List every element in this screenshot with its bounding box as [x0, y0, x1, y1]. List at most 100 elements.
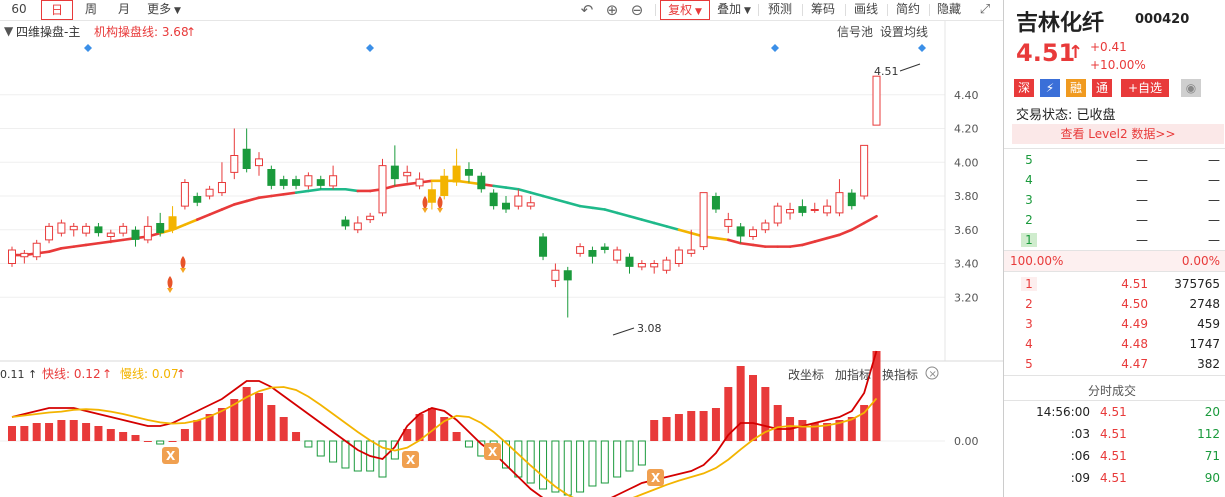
candle	[8, 246, 16, 267]
ma-segment	[739, 241, 755, 247]
price-tick: 3.20	[954, 291, 979, 304]
candle	[674, 246, 683, 267]
bids-volume: 459	[1197, 317, 1220, 331]
bids-level: 3	[1025, 317, 1033, 331]
macd-bar	[415, 414, 424, 441]
asks-level: 3	[1025, 193, 1033, 207]
macd-bar	[798, 420, 807, 441]
bids-price: 4.49	[1121, 317, 1148, 331]
kline-chart[interactable]: 4.40 4.20 4.00 3.80 3.60 3.40 3.20 4.51 3.08 X…	[0, 21, 1003, 497]
asks-volume: —	[1208, 173, 1220, 187]
macd-bar	[576, 440, 585, 493]
ma-segment	[84, 241, 100, 247]
period-week-button[interactable]: 周	[77, 0, 105, 20]
asks-volume: —	[1208, 233, 1220, 247]
tick-volume: 112	[1197, 427, 1220, 441]
macd-bar	[613, 440, 622, 478]
candle	[378, 158, 387, 217]
macd-bar	[69, 420, 78, 441]
divider	[655, 4, 656, 16]
fast-line-arrow: ↑	[102, 367, 112, 381]
ma-segment	[60, 245, 76, 250]
zoom-in-icon[interactable]: ⊕	[603, 1, 621, 19]
macd-bar	[526, 440, 535, 484]
bids-price: 4.47	[1121, 357, 1148, 371]
close-icon[interactable]: ×	[925, 366, 939, 380]
ma-segment	[257, 194, 273, 199]
macd-bar	[563, 440, 572, 496]
chart-title[interactable]: 四维操盘-主	[16, 24, 80, 39]
fast-line-label: 快线: 0.12	[42, 367, 101, 381]
indicator-arrow: ↑	[186, 25, 196, 39]
trade-status: 交易状态: 已收盘	[1016, 108, 1116, 123]
undo-icon[interactable]: ↶	[578, 1, 596, 19]
macd-bar	[106, 429, 115, 441]
candle	[773, 202, 782, 227]
bids-row[interactable]: 4 4.48 1747	[1004, 334, 1225, 354]
candle	[699, 192, 708, 250]
tick-time: 14:56:00	[1036, 405, 1090, 419]
ma-segment	[751, 243, 767, 248]
up-arrow-icon: ↑	[1068, 42, 1084, 63]
asks-row[interactable]: 5 — —	[1004, 150, 1225, 170]
fullscreen-icon[interactable]: ⤢	[976, 1, 994, 19]
asks-row[interactable]: 4 — —	[1004, 170, 1225, 190]
margin-badge: 融	[1066, 79, 1086, 97]
tick-row: :03 4.51 112	[1004, 424, 1225, 444]
collapse-caret-icon[interactable]: ▼	[4, 24, 14, 38]
asks-price: —	[1136, 153, 1148, 167]
bids-price: 4.48	[1121, 337, 1148, 351]
asks-row[interactable]: 3 — —	[1004, 190, 1225, 210]
high-callout-label: 4.51	[874, 65, 899, 78]
divider	[1004, 375, 1225, 376]
draw-line-button[interactable]: 画线	[848, 0, 884, 20]
divider	[887, 4, 888, 16]
asks-row[interactable]: 1 — —	[1004, 230, 1225, 250]
bids-price: 4.51	[1121, 277, 1148, 291]
bids-row[interactable]: 3 4.49 459	[1004, 314, 1225, 334]
connect-badge: 通	[1092, 79, 1112, 97]
zoom-out-icon[interactable]: ⊖	[628, 1, 646, 19]
add-indicator-link[interactable]: 加指标	[835, 367, 871, 382]
forecast-button[interactable]: 预测	[762, 0, 798, 20]
simple-mode-button[interactable]: 简约	[890, 0, 926, 20]
bids-row[interactable]: 1 4.51 375765	[1004, 274, 1225, 294]
ma-segment	[788, 243, 804, 248]
set-ma-link[interactable]: 设置均线	[880, 25, 928, 39]
ticks-title: 分时成交	[1004, 379, 1225, 399]
sub-axis-zero: 0.00	[954, 435, 979, 448]
add-watchlist-button[interactable]: +自选	[1121, 79, 1169, 97]
more-button[interactable]: 更多 ▼	[142, 0, 186, 20]
caret-down-icon: ▼	[741, 6, 751, 16]
macd-bar	[588, 440, 597, 487]
macd-bar	[279, 417, 288, 441]
chips-button[interactable]: 筹码	[805, 0, 841, 20]
change-axis-link[interactable]: 改坐标	[788, 368, 824, 382]
period-day-button[interactable]: 日	[41, 0, 73, 20]
asks-level: 5	[1025, 153, 1033, 167]
asks-row[interactable]: 2 — —	[1004, 210, 1225, 230]
restore-rights-button[interactable]: 复权 ▼	[660, 0, 710, 20]
macd-bar	[82, 423, 91, 441]
bids-row[interactable]: 2 4.50 2748	[1004, 294, 1225, 314]
hide-button[interactable]: 隐藏>>	[929, 0, 969, 35]
candle	[860, 144, 869, 200]
ma-segment	[591, 206, 607, 211]
level2-link[interactable]: 查看 Level2 数据>>	[1012, 124, 1224, 144]
signal-pool-link[interactable]: 信号池	[837, 25, 873, 39]
macd-bar	[514, 440, 523, 478]
macd-bar	[57, 420, 66, 441]
asks-level: 1	[1021, 233, 1037, 247]
macd-bar	[32, 423, 41, 441]
switch-indicator-link[interactable]: 换指标	[882, 367, 918, 382]
bids-level: 2	[1025, 297, 1033, 311]
period-60-button[interactable]: 60	[4, 0, 34, 20]
bids-level: 5	[1025, 357, 1033, 371]
bell-icon[interactable]: ◉	[1181, 79, 1201, 97]
candle	[45, 223, 54, 244]
bids-row[interactable]: 5 4.47 382	[1004, 354, 1225, 374]
overlay-button[interactable]: 叠加 ▼	[713, 0, 755, 20]
period-month-button[interactable]: 月	[110, 0, 138, 20]
low-callout-label: 3.08	[637, 322, 662, 335]
divider	[1004, 271, 1225, 272]
